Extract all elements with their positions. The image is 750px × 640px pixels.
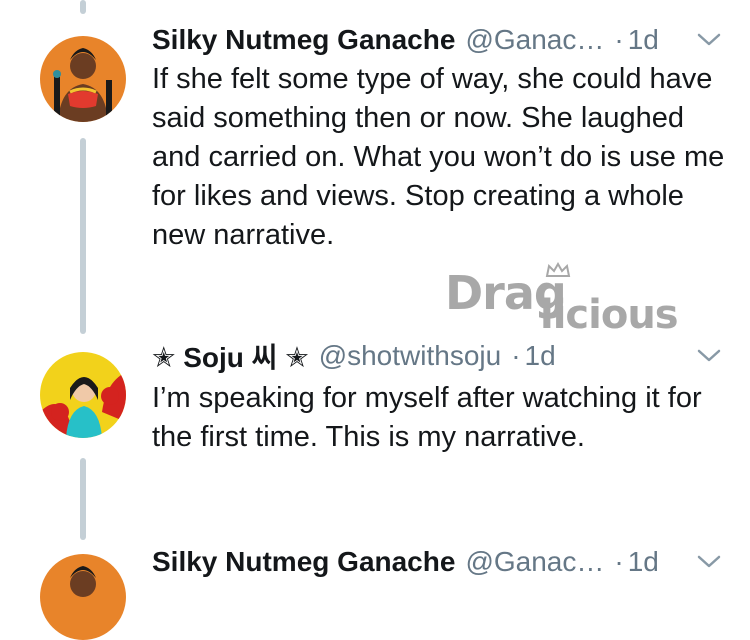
chevron-down-icon[interactable] xyxy=(696,549,722,575)
display-name[interactable]: ✭ Soju 씨 ✭ xyxy=(152,336,309,376)
handle[interactable]: @shotwithsoju xyxy=(319,340,502,372)
chevron-down-icon[interactable] xyxy=(696,27,722,53)
tweet-text: I’m speaking for myself after watching i… xyxy=(152,382,702,453)
thread-line-middle xyxy=(80,138,86,334)
watermark-logo: Drag licious xyxy=(445,262,725,342)
separator-dot: · xyxy=(614,546,624,577)
crown-icon xyxy=(545,262,571,277)
tweet-text: If she felt some type of way, she could … xyxy=(152,63,725,251)
display-name[interactable]: Silky Nutmeg Ganache xyxy=(152,24,455,56)
avatar[interactable] xyxy=(40,352,126,438)
display-name[interactable]: Silky Nutmeg Ganache xyxy=(152,546,455,578)
watermark-text-2: licious xyxy=(540,292,679,338)
chevron-down-icon[interactable] xyxy=(696,343,722,369)
avatar[interactable] xyxy=(40,36,126,122)
avatar-soju-icon xyxy=(40,352,126,438)
handle[interactable]: @Ganac… xyxy=(465,546,604,578)
timestamp[interactable]: 1d xyxy=(628,24,659,56)
timestamp[interactable]: 1d xyxy=(525,340,556,372)
timestamp[interactable]: 1d xyxy=(628,546,659,578)
avatar-silky-icon xyxy=(40,36,126,122)
avatar[interactable] xyxy=(40,554,126,640)
thread-line-lower xyxy=(80,458,86,540)
tweet-header: Silky Nutmeg Ganache @Ganac… · 1d xyxy=(152,544,722,580)
handle[interactable]: @Ganac… xyxy=(465,24,604,56)
tweet-header: ✭ Soju 씨 ✭ @shotwithsoju · 1d xyxy=(152,338,722,374)
separator-dot: · xyxy=(511,340,521,371)
avatar-silky-icon xyxy=(40,554,126,640)
tweet-header: Silky Nutmeg Ganache @Ganac… · 1d xyxy=(152,22,722,58)
thread-line-top xyxy=(80,0,86,14)
separator-dot: · xyxy=(614,24,624,55)
watermark-text-1: Drag xyxy=(445,266,567,320)
